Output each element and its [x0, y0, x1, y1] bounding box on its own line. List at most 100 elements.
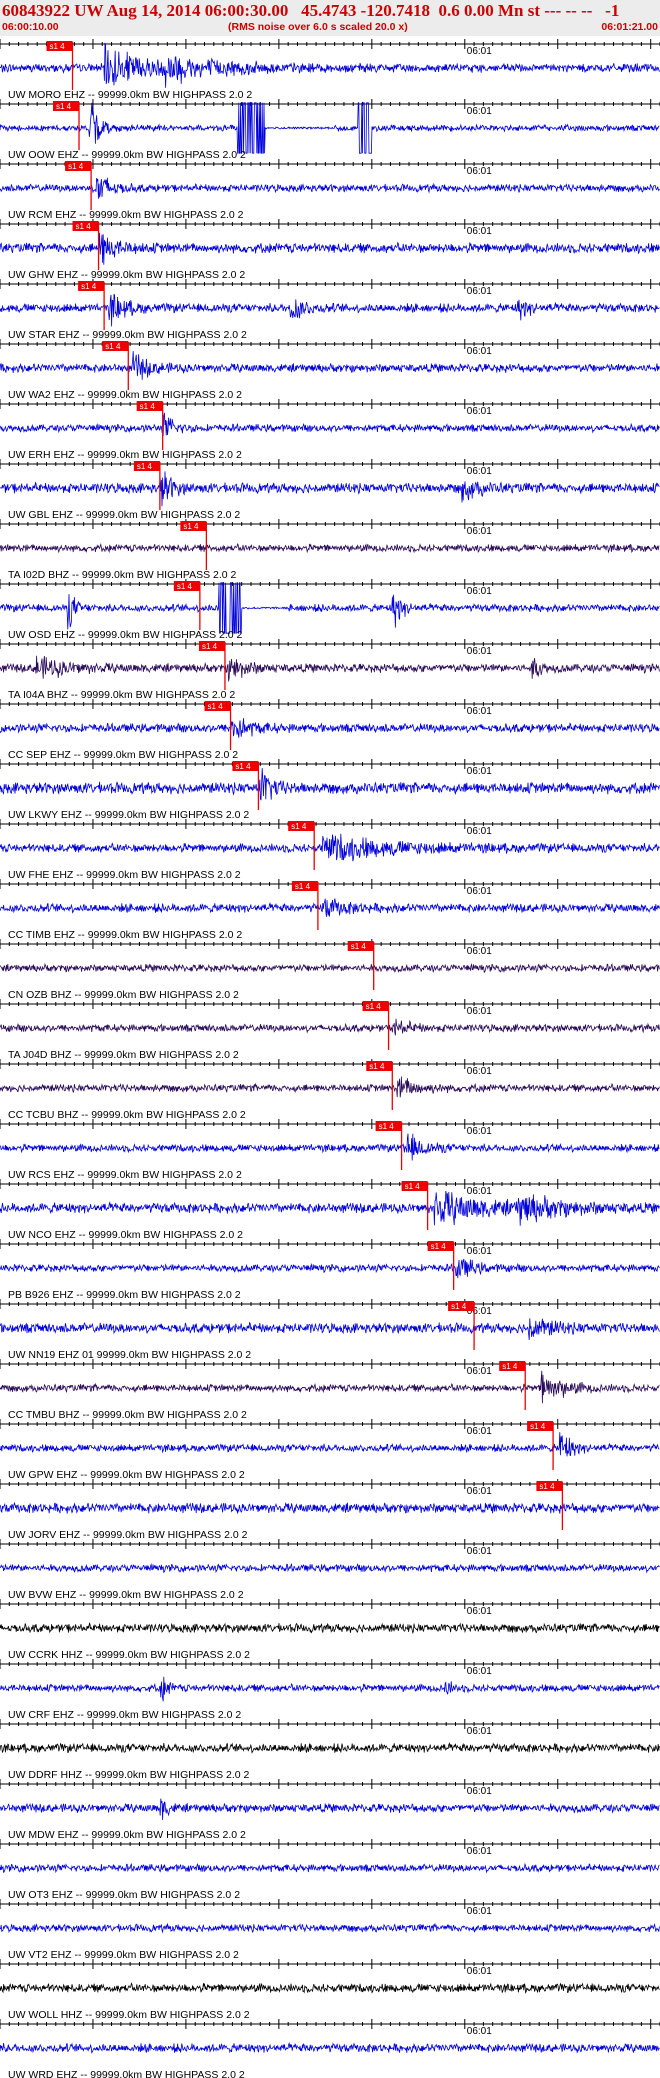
channel-19: 06:01 s1 4 UW NCO EHZ -- 99999.0km BW HIGH…	[0, 1179, 660, 1241]
channel-label: CC TMBU BHZ -- 99999.0km BW HIGHPASS 2.0…	[8, 1409, 247, 1421]
pick-label: s1 4	[291, 822, 307, 831]
channel-label: TA J04D BHZ -- 99999.0km BW HIGHPASS 2.0…	[8, 1049, 239, 1061]
waveform-trace	[0, 351, 660, 380]
pick-label: s1 4	[202, 642, 218, 651]
waveform-trace	[0, 1982, 660, 1994]
pick-label: s1 4	[295, 882, 311, 891]
channel-1: 06:01 s1 4 UW OOW EHZ -- 99999.0km BW HIGH…	[0, 99, 660, 161]
channel-label: UW BVW EHZ -- 99999.0km BW HIGHPASS 2.0 …	[8, 1589, 244, 1601]
waveform-trace	[0, 1501, 660, 1514]
pick-label: s1 4	[351, 942, 367, 951]
channel-label: UW NCO EHZ -- 99999.0km BW HIGHPASS 2.0 …	[8, 1229, 243, 1241]
pick-label: s1 4	[530, 1422, 546, 1431]
channel-label: UW LKWY EHZ -- 99999.0km BW HIGHPASS 2.0…	[8, 809, 249, 821]
start-time-label: 06:00:10.00	[2, 21, 59, 33]
waveform-trace	[0, 655, 660, 682]
minute-label: 06:01	[467, 2026, 492, 2037]
channel-31: 06:01 UW VT2 EHZ -- 99999.0km BW HIGHPASS…	[0, 1899, 660, 1961]
channel-label: UW RCS EHZ -- 99999.0km BW HIGHPASS 2.0 …	[8, 1169, 242, 1181]
channel-label: UW FHE EHZ -- 99999.0km BW HIGHPASS 2.0 …	[8, 869, 241, 881]
waveform-trace	[0, 962, 660, 974]
channel-label: UW CRF EHZ -- 99999.0km BW HIGHPASS 2.0 …	[8, 1709, 241, 1721]
minute-label: 06:01	[467, 1006, 492, 1017]
minute-label: 06:01	[467, 466, 492, 477]
waveform-trace	[0, 898, 660, 918]
waveform-trace	[0, 102, 660, 154]
pick-label: s1 4	[431, 1242, 447, 1251]
minute-label: 06:01	[467, 646, 492, 657]
minute-label: 06:01	[467, 766, 492, 777]
channel-25: 06:01 UW BVW EHZ -- 99999.0km BW HIGHPASS…	[0, 1539, 660, 1601]
channel-label: UW GPW EHZ -- 99999.0km BW HIGHPASS 2.0 …	[8, 1469, 245, 1481]
waveform-trace	[0, 1741, 660, 1754]
minute-label: 06:01	[467, 1486, 492, 1497]
pick-label: s1 4	[137, 462, 153, 471]
channel-label: UW GBL EHZ -- 99999.0km BW HIGHPASS 2.0 …	[8, 509, 240, 521]
minute-label: 06:01	[467, 1846, 492, 1857]
channel-label: TA I02D BHZ -- 99999.0km BW HIGHPASS 2.0…	[8, 569, 237, 581]
waveform-trace	[0, 1622, 660, 1635]
minute-label: 06:01	[467, 1426, 492, 1437]
channel-18: 06:01 s1 4 UW RCS EHZ -- 99999.0km BW HIGH…	[0, 1119, 660, 1181]
pick-label: s1 4	[105, 342, 121, 351]
channel-label: CC TCBU BHZ -- 99999.0km BW HIGHPASS 2.0…	[8, 1109, 246, 1121]
pick-label: s1 4	[502, 1362, 518, 1371]
event-title: 60843922 UW Aug 14, 2014 06:00:30.00 45.…	[2, 1, 620, 20]
waveform-trace	[0, 833, 660, 862]
minute-label: 06:01	[467, 526, 492, 537]
waveform-trace	[0, 1432, 660, 1457]
waveform-trace	[0, 177, 660, 199]
channel-label: CC TIMB EHZ -- 99999.0km BW HIGHPASS 2.0…	[8, 929, 242, 941]
header-bar: 60843922 UW Aug 14, 2014 06:00:30.00 45.…	[0, 0, 660, 36]
channel-label: UW OT3 EHZ -- 99999.0km BW HIGHPASS 2.0 …	[8, 1889, 240, 1901]
waveform-trace	[0, 1318, 660, 1340]
minute-label: 06:01	[467, 346, 492, 357]
channel-21: 06:01s1 4UW NN19 EHZ 01 99999.0km BW HIG…	[0, 1299, 660, 1361]
channel-14: 06:01 s1 4 CC TIMB EHZ -- 99999.0km BW HIG…	[0, 879, 660, 941]
channel-2: 06:01 s1 4 UW RCM EHZ -- 99999.0km BW HIGH…	[0, 159, 660, 221]
channel-label: UW WRD EHZ -- 99999.0km BW HIGHPASS 2.0 …	[8, 2069, 245, 2078]
seismogram-page: 60843922 UW Aug 14, 2014 06:00:30.00 45.…	[0, 0, 660, 2078]
minute-label: 06:01	[467, 1666, 492, 1677]
channel-8: 06:01 s1 4 TA I02D BHZ -- 99999.0km BW HIG…	[0, 519, 660, 581]
waveform-trace	[0, 718, 660, 738]
pick-label: s1 4	[208, 702, 224, 711]
minute-label: 06:01	[467, 226, 492, 237]
waveform-trace	[0, 1133, 660, 1161]
waveform-trace	[0, 1798, 660, 1820]
minute-label: 06:01	[467, 1366, 492, 1377]
pick-label: s1 4	[405, 1182, 421, 1191]
waveform-trace	[0, 1370, 660, 1404]
waveform-trace	[0, 471, 660, 507]
channel-32: 06:01 UW WOLL HHZ -- 99999.0km BW HIGHPAS…	[0, 1959, 660, 2021]
minute-label: 06:01	[467, 1906, 492, 1917]
waveform-trace	[0, 582, 660, 634]
channel-label: UW OSD EHZ -- 99999.0km BW HIGHPASS 2.0 …	[8, 629, 243, 641]
channel-label: UW WA2 EHZ -- 99999.0km BW HIGHPASS 2.0 …	[8, 389, 242, 401]
waveform-trace	[0, 1922, 660, 1934]
waveform-trace	[0, 1190, 660, 1226]
channel-0: 06:01 s1 4 UW MORO EHZ -- 99999.0km BW HIG…	[0, 39, 660, 101]
channel-label: UW CCRK HHZ -- 99999.0km BW HIGHPASS 2.0…	[8, 1649, 250, 1661]
channel-label: UW WOLL HHZ -- 99999.0km BW HIGHPASS 2.0…	[8, 2009, 250, 2021]
channel-17: 06:01 s1 4 CC TCBU BHZ -- 99999.0km BW HIG…	[0, 1059, 660, 1121]
minute-label: 06:01	[467, 1186, 492, 1197]
minute-label: 06:01	[467, 1246, 492, 1257]
minute-label: 06:01	[467, 826, 492, 837]
pick-label: s1 4	[56, 102, 72, 111]
channel-label: CC SEP EHZ -- 99999.0km BW HIGHPASS 2.0 …	[8, 749, 238, 761]
channel-13: 06:01 s1 4 UW FHE EHZ -- 99999.0km BW HIGH…	[0, 819, 660, 881]
channel-9: 06:01 s1 4 UW OSD EHZ -- 99999.0km BW HIGH…	[0, 579, 660, 641]
waveform-trace	[0, 1862, 660, 1874]
minute-label: 06:01	[467, 46, 492, 57]
minute-label: 06:01	[467, 1786, 492, 1797]
waveform-trace	[0, 42, 660, 88]
channel-30: 06:01 UW OT3 EHZ -- 99999.0km BW HIGHPASS…	[0, 1839, 660, 1901]
pick-label: s1 4	[68, 162, 84, 171]
minute-label: 06:01	[467, 1726, 492, 1737]
pick-label: s1 4	[183, 522, 199, 531]
minute-label: 06:01	[467, 166, 492, 177]
channel-label: PB B926 EHZ -- 99999.0km BW HIGHPASS 2.0…	[8, 1289, 241, 1301]
channel-label: UW MDW EHZ -- 99999.0km BW HIGHPASS 2.0 …	[8, 1829, 246, 1841]
pick-label: s1 4	[379, 1122, 395, 1131]
